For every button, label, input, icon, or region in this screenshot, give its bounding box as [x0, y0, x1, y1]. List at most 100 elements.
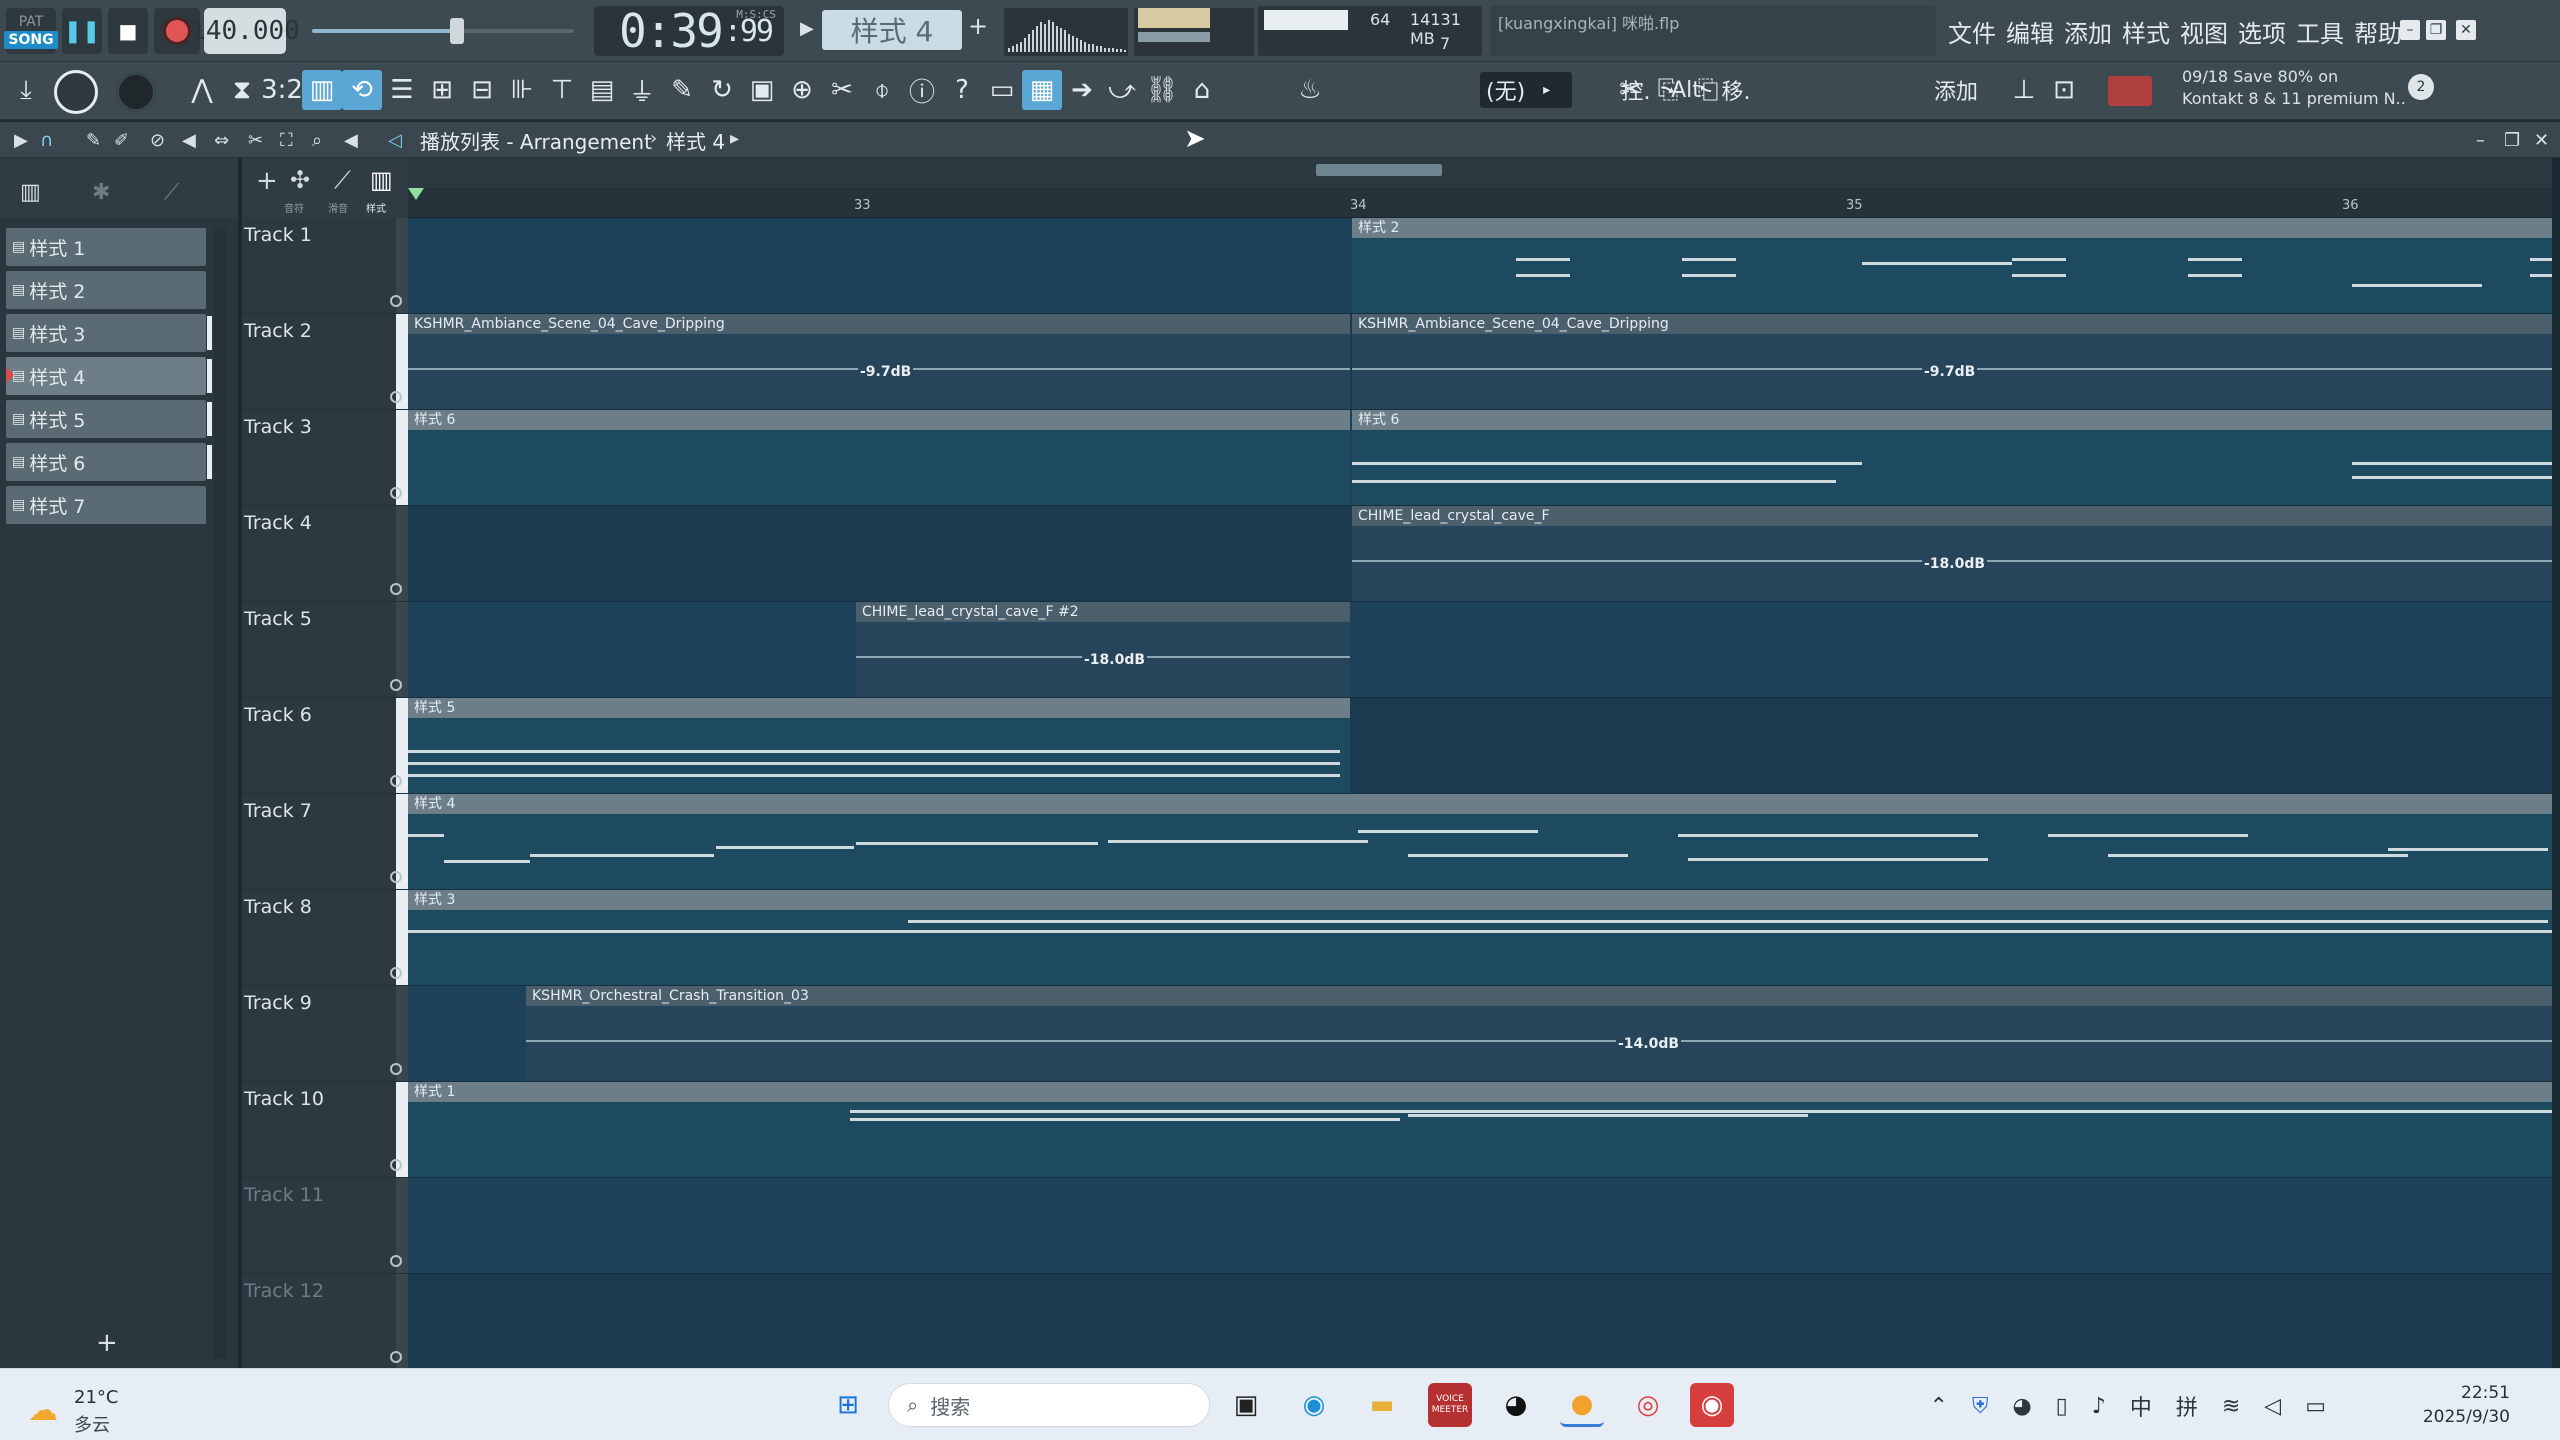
- qq-penguin-icon[interactable]: ◕: [1494, 1383, 1538, 1427]
- microphone-icon[interactable]: ♪: [2092, 1394, 2106, 1419]
- close-icon[interactable]: ✕: [2456, 20, 2476, 40]
- typing-keyboard-icon[interactable]: ⧗: [222, 70, 262, 110]
- loop-record-icon[interactable]: ☰: [382, 70, 422, 110]
- arrow-right-icon[interactable]: ➔: [1062, 70, 1102, 110]
- dark-knob[interactable]: [116, 72, 156, 112]
- save-icon[interactable]: ▣: [742, 70, 782, 110]
- pat-song-toggle[interactable]: PAT SONG: [4, 8, 58, 54]
- pattern-selector[interactable]: 样式 4: [822, 10, 962, 50]
- audio-clip[interactable]: CHIME_lead_crystal_cave_F -18.0dB: [1352, 506, 2552, 601]
- audio-clip-icon[interactable]: ✱: [92, 180, 110, 205]
- ime-chinese[interactable]: 中: [2130, 1390, 2152, 1422]
- record-app-icon[interactable]: ◉: [1690, 1383, 1734, 1427]
- stop-button[interactable]: ■: [108, 8, 148, 54]
- track-lane[interactable]: [408, 1178, 2552, 1274]
- cut-icon[interactable]: ✂: [822, 70, 862, 110]
- mixer-icon[interactable]: ⊤: [542, 70, 582, 110]
- horizontal-scrollbar[interactable]: [408, 158, 2552, 188]
- metronome-icon[interactable]: ♨: [1290, 70, 1330, 110]
- pattern-item[interactable]: ▤ 样式 1: [6, 228, 206, 266]
- count-in-icon[interactable]: 3:2: [261, 70, 303, 110]
- select-tool-icon[interactable]: ⛶: [280, 130, 293, 151]
- info-icon[interactable]: ⓘ: [902, 70, 942, 110]
- slip-tool-icon[interactable]: ⇔: [214, 130, 229, 151]
- weather-widget[interactable]: ☁ 21°C 多云: [28, 1383, 128, 1436]
- pattern-clip[interactable]: 样式 2: [1352, 218, 2552, 313]
- channel-rack-icon[interactable]: ⊪: [502, 70, 542, 110]
- track-header[interactable]: Track 4: [242, 506, 408, 602]
- download-icon[interactable]: ⤓: [6, 70, 46, 110]
- battery-icon[interactable]: ▭: [2305, 1394, 2326, 1419]
- menu-item[interactable]: 编辑: [2006, 14, 2054, 49]
- pencil-tool-icon[interactable]: ✎: [86, 130, 101, 151]
- ime-pinyin[interactable]: 拼: [2176, 1390, 2198, 1422]
- alt-label[interactable]: Alt: [1658, 70, 1714, 110]
- track-lane[interactable]: [408, 602, 2552, 698]
- mute-tool-icon[interactable]: ◀: [182, 130, 196, 151]
- track-header[interactable]: Track 9: [242, 986, 408, 1082]
- menu-item[interactable]: 文件: [1948, 14, 1996, 49]
- news-badge[interactable]: 2: [2408, 74, 2434, 100]
- add-pattern-button[interactable]: +: [968, 12, 988, 40]
- slice-tool-icon[interactable]: ✂: [248, 130, 263, 151]
- pattern-prev-arrow-icon[interactable]: ▶: [800, 18, 814, 39]
- playlist-menu-arrow-icon[interactable]: ▶: [14, 130, 28, 151]
- file-explorer-icon[interactable]: ▬: [1360, 1383, 1404, 1427]
- master-volume-handle[interactable]: [450, 18, 464, 44]
- ctrl-label[interactable]: 控.: [1608, 70, 1664, 110]
- audio-clip[interactable]: KSHMR_Ambiance_Scene_04_Cave_Dripping -9.…: [408, 314, 1350, 409]
- arrangement-area[interactable]: 33 34 35 36 样式 2 KSHMR_Ambiance_Scene_04_Cav…: [408, 158, 2552, 1368]
- tray-expand-icon[interactable]: ⌃: [1930, 1394, 1948, 1419]
- fl-studio-icon[interactable]: ●: [1560, 1383, 1604, 1427]
- track-header[interactable]: Track 7: [242, 794, 408, 890]
- magnet-snap-icon[interactable]: ∩: [40, 130, 53, 151]
- automation-clip-icon[interactable]: ⟋: [164, 180, 179, 205]
- link-curve-icon[interactable]: ⤻: [1102, 70, 1142, 110]
- usb-icon[interactable]: ▯: [2056, 1394, 2068, 1419]
- scroll-thumb[interactable]: [1316, 164, 1442, 176]
- pattern-clip[interactable]: 样式 1: [408, 1082, 2552, 1177]
- pattern-item[interactable]: ▤ 样式 2: [6, 271, 206, 309]
- lock-icon[interactable]: ⌂: [1182, 70, 1222, 110]
- track-mute-led-icon[interactable]: [390, 1159, 402, 1171]
- track-mute-led-icon[interactable]: [390, 679, 402, 691]
- time-display[interactable]: 0:39 :99 M:S:CS: [594, 4, 784, 58]
- timeline-ruler[interactable]: 33 34 35 36: [408, 188, 2552, 218]
- taskbar-search[interactable]: ⌕ 搜索: [888, 1383, 1210, 1427]
- restore-icon[interactable]: ❐: [2426, 20, 2446, 40]
- track-lane[interactable]: [408, 1274, 2552, 1368]
- piano-roll-icon[interactable]: ▥: [20, 180, 41, 205]
- breadcrumb-arrow-icon[interactable]: ▸: [730, 128, 739, 149]
- pause-button[interactable]: ❚❚: [62, 8, 102, 54]
- streamline-icon[interactable]: ↻: [702, 70, 742, 110]
- taskbar-clock[interactable]: 22:51 2025/9/30: [2423, 1381, 2510, 1429]
- menu-item[interactable]: 视图: [2180, 14, 2228, 49]
- plugin-picker-icon[interactable]: ⏚: [622, 70, 662, 110]
- paint-tool-icon[interactable]: ✐: [114, 130, 129, 151]
- mic-icon[interactable]: ⌽: [862, 70, 902, 110]
- news-thumbnail[interactable]: [2108, 76, 2152, 106]
- menu-item[interactable]: 添加: [2064, 14, 2112, 49]
- track-mute-led-icon[interactable]: [390, 583, 402, 595]
- zoom-tool-icon[interactable]: ⌕: [312, 130, 322, 151]
- voicemeeter-icon[interactable]: VOICE MEETER: [1428, 1383, 1472, 1427]
- menu-item[interactable]: 工具: [2296, 14, 2344, 49]
- slides-tab-icon[interactable]: ⟋: [334, 166, 351, 194]
- audio-clip[interactable]: KSHMR_Ambiance_Scene_04_Cave_Dripping -9.…: [1352, 314, 2552, 409]
- cart-icon[interactable]: ⊡: [2044, 70, 2084, 110]
- render-icon[interactable]: ⊕: [782, 70, 822, 110]
- picker-add-button[interactable]: +: [96, 1328, 118, 1358]
- track-header[interactable]: Track 3: [242, 410, 408, 506]
- track-mute-led-icon[interactable]: [390, 1063, 402, 1075]
- playlist-restore-icon[interactable]: ❐: [2504, 130, 2520, 151]
- track-header[interactable]: Track 11: [242, 1178, 408, 1274]
- pin-icon[interactable]: ⊥: [2004, 70, 2044, 110]
- track-mute-led-icon[interactable]: [390, 871, 402, 883]
- minimize-icon[interactable]: –: [2400, 20, 2420, 40]
- tempo-display[interactable]: 140.000: [190, 8, 300, 54]
- step-edit-icon[interactable]: ▥: [302, 70, 342, 110]
- speaker-icon[interactable]: ◁: [388, 130, 402, 151]
- news-panel[interactable]: 09/18 Save 80% on Kontakt 8 & 11 premium…: [2182, 66, 2420, 116]
- snap-selector[interactable]: (无) ▸: [1480, 72, 1572, 108]
- track-header[interactable]: Track 8: [242, 890, 408, 986]
